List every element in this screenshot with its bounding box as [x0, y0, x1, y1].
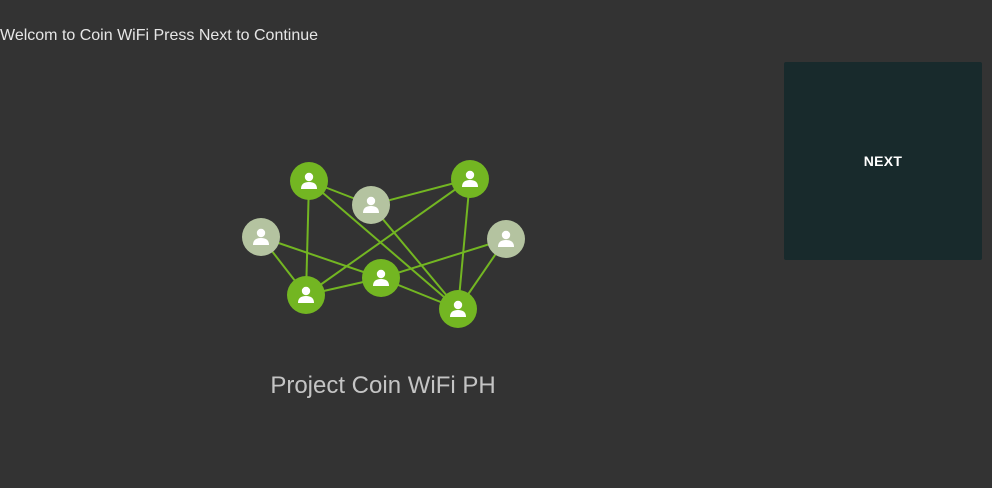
user-node-3 — [451, 160, 489, 198]
next-button[interactable]: NEXT — [784, 62, 982, 260]
user-node-2 — [352, 186, 390, 224]
user-node-8 — [439, 290, 477, 328]
user-node-7 — [287, 276, 325, 314]
user-node-4 — [242, 218, 280, 256]
user-node-5 — [487, 220, 525, 258]
user-node-1 — [290, 162, 328, 200]
user-node-6 — [362, 259, 400, 297]
user-network-icon — [242, 160, 525, 328]
welcome-message: Welcom to Coin WiFi Press Next to Contin… — [0, 27, 319, 44]
welcome-screen: Welcom to Coin WiFi Press Next to Contin… — [0, 0, 992, 488]
brand-title: Project Coin WiFi PH — [270, 372, 496, 399]
